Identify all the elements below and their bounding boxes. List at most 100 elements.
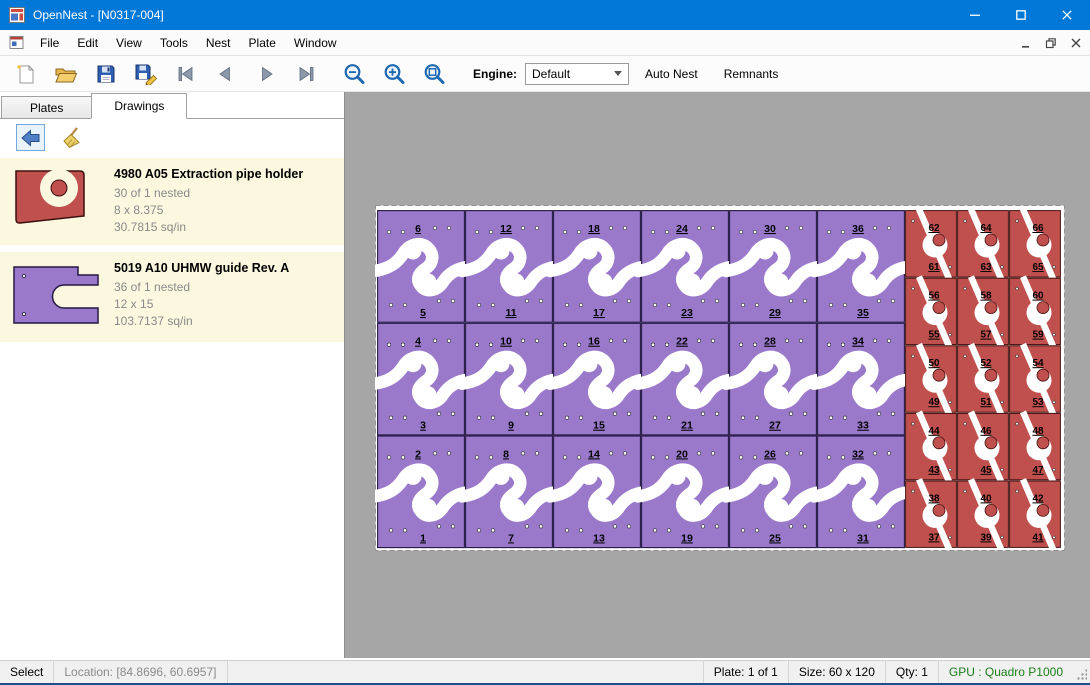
zoom-out-icon	[342, 62, 368, 86]
open-button[interactable]	[51, 59, 81, 89]
menu-nest[interactable]: Nest	[197, 31, 240, 55]
nest-part-pair-purple[interactable]: 1817	[550, 211, 644, 323]
part-number: 37	[928, 532, 940, 543]
first-plate-button[interactable]	[171, 59, 201, 89]
panel-tabs: Plates Drawings	[0, 92, 344, 119]
mdi-close-button[interactable]	[1065, 33, 1087, 53]
nest-part-pair-purple[interactable]: 2019	[638, 436, 732, 548]
part-number: 6	[415, 223, 421, 235]
last-plate-button[interactable]	[291, 59, 321, 89]
nest-part-pair-red[interactable]: 4847	[1010, 412, 1061, 482]
send-to-nest-button[interactable]	[16, 124, 45, 151]
nest-part-pair-red[interactable]: 6463	[958, 209, 1009, 279]
plate-svg[interactable]: 6512111817242330293635431091615222128273…	[375, 205, 1065, 551]
nest-part-pair-purple[interactable]: 2423	[638, 211, 732, 323]
menu-view[interactable]: View	[107, 31, 151, 55]
document-icon[interactable]	[9, 35, 25, 50]
zoom-fit-button[interactable]	[420, 59, 450, 89]
drawing-item-4980[interactable]: 4980 A05 Extraction pipe holder 30 of 1 …	[0, 158, 344, 245]
part-number: 23	[681, 307, 693, 319]
nest-part-pair-red[interactable]: 4039	[958, 479, 1009, 549]
part-number: 27	[769, 420, 781, 432]
next-arrow-icon	[254, 62, 278, 86]
nest-part-pair-purple[interactable]: 43	[375, 323, 468, 435]
status-plate: Plate: 1 of 1	[703, 661, 788, 683]
nest-canvas[interactable]: 6512111817242330293635431091615222128273…	[345, 92, 1090, 658]
zoom-out-button[interactable]	[340, 59, 370, 89]
part-number: 16	[588, 336, 600, 348]
broom-icon	[60, 126, 84, 150]
next-plate-button[interactable]	[251, 59, 281, 89]
menu-edit[interactable]: Edit	[68, 31, 107, 55]
menubar: File Edit View Tools Nest Plate Window	[0, 30, 1090, 56]
nest-part-pair-red[interactable]: 6261	[906, 209, 957, 279]
drawing-area: 30.7815 sq/in	[114, 219, 303, 236]
purple-part-shape	[14, 267, 98, 323]
titlebar: OpenNest - [N0317-004]	[0, 0, 1090, 30]
status-gpu: GPU : Quadro P1000	[938, 661, 1073, 683]
drawing-item-5019[interactable]: 5019 A10 UHMW guide Rev. A 36 of 1 neste…	[0, 252, 344, 342]
arrow-left-icon	[20, 128, 42, 148]
menu-plate[interactable]: Plate	[240, 31, 285, 55]
maximize-button[interactable]	[998, 0, 1044, 30]
part-number: 3	[420, 420, 426, 432]
mdi-restore-button[interactable]	[1040, 33, 1062, 53]
minimize-button[interactable]	[952, 0, 998, 30]
part-number: 20	[676, 448, 688, 460]
nest-part-pair-purple[interactable]: 3433	[814, 323, 908, 435]
nest-part-pair-red[interactable]: 5655	[906, 277, 957, 347]
remnants-button[interactable]: Remnants	[714, 61, 789, 87]
save-as-button[interactable]	[131, 59, 161, 89]
nest-part-pair-red[interactable]: 5049	[906, 344, 957, 414]
menu-file[interactable]: File	[31, 31, 68, 55]
nest-part-pair-red[interactable]: 4241	[1010, 479, 1061, 549]
nest-part-pair-purple[interactable]: 1211	[462, 211, 556, 323]
nest-part-pair-red[interactable]: 4645	[958, 412, 1009, 482]
part-number: 4	[415, 336, 421, 348]
nest-part-pair-red[interactable]: 3837	[906, 479, 957, 549]
nest-part-pair-purple[interactable]: 2827	[726, 323, 820, 435]
nest-part-pair-red[interactable]: 5857	[958, 277, 1009, 347]
auto-nest-button[interactable]: Auto Nest	[635, 61, 708, 87]
part-number: 25	[769, 532, 781, 544]
status-size: Size: 60 x 120	[788, 661, 885, 683]
nest-part-pair-purple[interactable]: 21	[375, 436, 468, 548]
nest-part-pair-red[interactable]: 5251	[958, 344, 1009, 414]
nest-part-pair-purple[interactable]: 3635	[814, 211, 908, 323]
nest-part-pair-red[interactable]: 6059	[1010, 277, 1061, 347]
drawing-info: 4980 A05 Extraction pipe holder 30 of 1 …	[114, 164, 303, 236]
tab-drawings[interactable]: Drawings	[91, 93, 187, 119]
nest-part-pair-purple[interactable]: 65	[375, 211, 468, 323]
nest-part-pair-purple[interactable]: 109	[462, 323, 556, 435]
new-button[interactable]	[11, 59, 41, 89]
nest-part-pair-purple[interactable]: 3029	[726, 211, 820, 323]
nest-part-pair-purple[interactable]: 1413	[550, 436, 644, 548]
drawing-nested-count: 36 of 1 nested	[114, 279, 289, 296]
app-icon[interactable]	[9, 7, 25, 23]
open-folder-icon	[54, 63, 78, 85]
part-number: 57	[980, 330, 992, 341]
clear-button[interactable]	[57, 124, 86, 151]
part-number: 49	[928, 397, 940, 408]
nest-part-pair-purple[interactable]: 3231	[814, 436, 908, 548]
nest-part-pair-red[interactable]: 6665	[1010, 209, 1061, 279]
tab-plates[interactable]: Plates	[1, 96, 92, 118]
resize-grip[interactable]	[1073, 661, 1090, 683]
part-number: 55	[928, 330, 940, 341]
close-button[interactable]	[1044, 0, 1090, 30]
mdi-minimize-button[interactable]	[1015, 33, 1037, 53]
engine-select[interactable]: Default	[525, 63, 629, 85]
nest-part-pair-purple[interactable]: 87	[462, 436, 556, 548]
zoom-in-button[interactable]	[380, 59, 410, 89]
menu-window[interactable]: Window	[285, 31, 346, 55]
drawing-list: 4980 A05 Extraction pipe holder 30 of 1 …	[0, 156, 344, 658]
previous-plate-button[interactable]	[211, 59, 241, 89]
nest-part-pair-purple[interactable]: 2221	[638, 323, 732, 435]
nest-part-pair-red[interactable]: 5453	[1010, 344, 1061, 414]
menu-tools[interactable]: Tools	[151, 31, 197, 55]
save-button[interactable]	[91, 59, 121, 89]
part-number: 12	[500, 223, 512, 235]
nest-part-pair-purple[interactable]: 1615	[550, 323, 644, 435]
nest-part-pair-red[interactable]: 4443	[906, 412, 957, 482]
nest-part-pair-purple[interactable]: 2625	[726, 436, 820, 548]
